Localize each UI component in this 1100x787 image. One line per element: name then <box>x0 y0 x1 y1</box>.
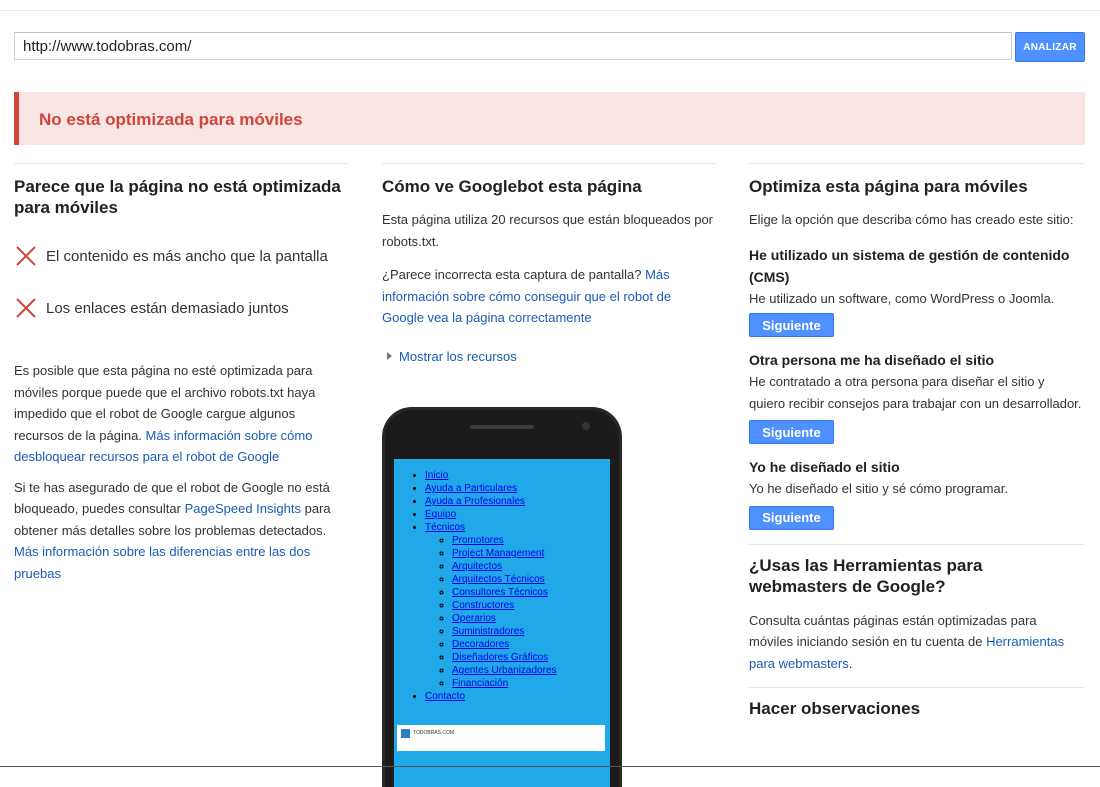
option-developer-title: Otra persona me ha diseñado el sitio <box>749 352 995 368</box>
phone-submenu-item: Constructores <box>452 599 557 612</box>
option-cms-desc: He utilizado un software, como WordPress… <box>749 290 1055 306</box>
next-button-cms[interactable]: Siguiente <box>749 313 834 337</box>
phone-submenu-item: Project Management <box>452 547 557 560</box>
optimize-column: Optimiza esta página para móviles Elige … <box>749 163 1084 719</box>
optimize-intro: Elige la opción que describa cómo has cr… <box>749 212 1074 227</box>
phone-menu-item: Equipo <box>425 508 557 521</box>
webmasters-text: Consulta cuántas páginas están optimizad… <box>749 612 1065 671</box>
next-button-developer[interactable]: Siguiente <box>749 420 834 444</box>
diagnosis-title: Parece que la página no está optimizada … <box>14 177 341 217</box>
phone-submenu-item: Agentes Urbanizadores <box>452 664 557 677</box>
issue-item: El contenido es más ancho que la pantall… <box>14 244 348 268</box>
bottom-divider <box>0 766 1100 767</box>
phone-menu-item: Ayuda a Particulares <box>425 482 557 495</box>
screenshot-help: ¿Parece incorrecta esta captura de panta… <box>382 264 716 329</box>
phone-submenu-item: Promotores <box>452 534 557 547</box>
feedback-title[interactable]: Hacer observaciones <box>749 698 1084 719</box>
banner-text: TODOBRAS.COM <box>413 730 455 736</box>
blocked-resources-text: Esta página utiliza 20 recursos que está… <box>382 212 713 249</box>
phone-submenu-item: Consultores Técnicos <box>452 586 557 599</box>
show-resources-label: Mostrar los recursos <box>399 348 517 364</box>
googlebot-column: Cómo ve Googlebot esta página Esta págin… <box>382 163 716 364</box>
differences-link[interactable]: Más información sobre las diferencias en… <box>14 544 310 581</box>
analyze-button[interactable]: ANALIZAR <box>1015 32 1085 62</box>
googlebot-title: Cómo ve Googlebot esta página <box>382 177 642 196</box>
phone-submenu-item: Financiación <box>452 677 557 690</box>
pagespeed-explanation: Si te has asegurado de que el robot de G… <box>14 477 348 585</box>
phone-banner: TODOBRAS.COM <box>397 725 605 751</box>
phone-menu-item: Contacto <box>425 690 557 703</box>
phone-submenu-item: Diseñadores Gráficos <box>452 651 557 664</box>
next-button-self[interactable]: Siguiente <box>749 505 834 530</box>
phone-screen: Inicio Ayuda a Particulares Ayuda a Prof… <box>394 459 610 787</box>
diagnosis-column: Parece que la página no está optimizada … <box>14 163 348 584</box>
section-divider <box>749 687 1084 688</box>
webmasters-title: ¿Usas las Herramientas para webmasters d… <box>749 555 983 596</box>
url-form: ANALIZAR <box>14 32 1085 62</box>
option-developer-desc: He contratado a otra persona para diseña… <box>749 374 1082 411</box>
issue-text: Los enlaces están demasiado juntos <box>46 299 289 317</box>
robots-explanation: Es posible que esta página no esté optim… <box>14 360 348 468</box>
x-icon <box>16 298 36 318</box>
phone-preview: Inicio Ayuda a Particulares Ayuda a Prof… <box>382 407 622 787</box>
result-alert: No está optimizada para móviles <box>14 92 1085 145</box>
phone-submenu-item: Arquitectos Técnicos <box>452 573 557 586</box>
url-input[interactable] <box>14 32 1012 60</box>
option-self-title: Yo he diseñado el sitio <box>749 459 900 475</box>
issue-text: El contenido es más ancho que la pantall… <box>46 247 328 265</box>
screenshot-question: ¿Parece incorrecta esta captura de panta… <box>382 267 642 282</box>
top-divider <box>0 10 1100 11</box>
triangle-right-icon <box>387 352 392 360</box>
x-icon <box>16 246 36 266</box>
show-resources-toggle[interactable]: Mostrar los recursos <box>382 349 716 364</box>
option-self-desc: Yo he diseñado el sitio y sé cómo progra… <box>749 481 1008 496</box>
phone-menu-item: Inicio <box>425 469 557 482</box>
pagespeed-link[interactable]: PageSpeed Insights <box>185 501 301 516</box>
section-divider <box>749 543 1084 545</box>
phone-menu-item: Ayuda a Profesionales <box>425 495 557 508</box>
phone-submenu-item: Operarios <box>452 612 557 625</box>
column-divider <box>749 163 1084 164</box>
column-divider <box>14 163 348 164</box>
phone-speaker <box>470 425 534 429</box>
option-cms-title: He utilizado un sistema de gestión de co… <box>749 246 1070 285</box>
phone-submenu-item: Arquitectos <box>452 560 557 573</box>
issue-item: Los enlaces están demasiado juntos <box>14 296 348 320</box>
phone-menu-item: Técnicos Promotores Project Management A… <box>425 521 557 690</box>
column-divider <box>382 163 716 164</box>
phone-camera <box>582 422 590 430</box>
site-logo-icon <box>401 729 410 738</box>
optimize-title: Optimiza esta página para móviles <box>749 177 1028 196</box>
phone-submenu: Promotores Project Management Arquitecto… <box>425 534 557 690</box>
phone-submenu-item: Suministradores <box>452 625 557 638</box>
phone-submenu-item: Decoradores <box>452 638 557 651</box>
alert-text: No está optimizada para móviles <box>39 110 303 129</box>
phone-menu: Inicio Ayuda a Particulares Ayuda a Prof… <box>425 469 557 703</box>
